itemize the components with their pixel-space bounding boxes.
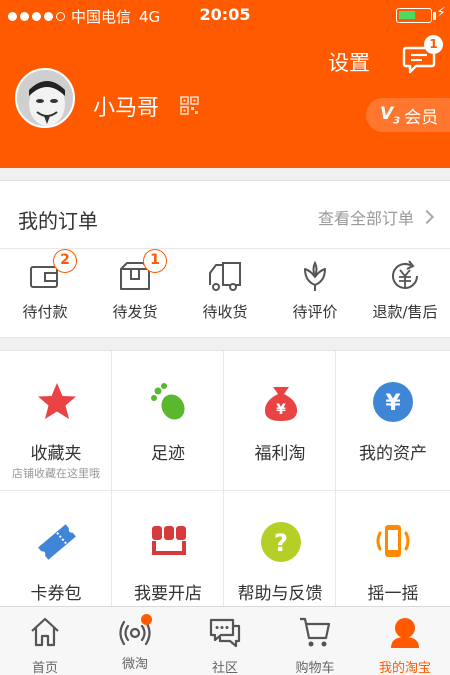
yuan-coin-icon: ¥ bbox=[373, 382, 413, 422]
bottom-tab-bar: 首页 微淘 社区 购物车 我的淘宝 bbox=[0, 606, 450, 675]
tab-community[interactable]: 社区 bbox=[180, 607, 270, 675]
footprint-icon bbox=[151, 383, 185, 420]
order-pending-receipt[interactable]: 待收货 bbox=[180, 259, 270, 322]
services-grid: 收藏夹 店铺收藏在这里哦 足迹 ¥ 福利淘 ¥ 我的资产 卡券包 我要开店 ? … bbox=[0, 350, 450, 631]
shake-phone-icon bbox=[376, 525, 410, 557]
tab-my-taobao[interactable]: 我的淘宝 bbox=[360, 607, 450, 675]
my-orders-section: 我的订单 查看全部订单 2 待付款 1 待发货 待收货 待评价 退款/售后 bbox=[0, 180, 450, 338]
svg-text:¥: ¥ bbox=[276, 402, 286, 418]
order-label: 待收货 bbox=[202, 303, 248, 321]
order-pending-payment[interactable]: 2 待付款 bbox=[0, 249, 90, 322]
service-label: 收藏夹 bbox=[30, 444, 82, 464]
lotus-icon bbox=[304, 260, 326, 291]
order-count-badge: 2 bbox=[53, 249, 77, 273]
service-label: 摇一摇 bbox=[367, 584, 419, 604]
orders-title: 我的订单 bbox=[18, 209, 98, 233]
svg-text:?: ? bbox=[274, 529, 288, 557]
order-label: 待付款 bbox=[22, 303, 68, 321]
service-label: 足迹 bbox=[151, 444, 185, 464]
vip-label: 会员 bbox=[404, 107, 439, 128]
tab-label: 我的淘宝 bbox=[378, 661, 431, 675]
chat-icon bbox=[209, 618, 241, 648]
shop-icon bbox=[152, 526, 186, 555]
service-label: 福利淘 bbox=[254, 444, 306, 464]
order-label: 退款/售后 bbox=[372, 303, 438, 321]
qr-code-icon[interactable] bbox=[180, 96, 199, 115]
settings-button[interactable]: 设置 bbox=[328, 47, 370, 77]
status-bar: 中国电信 4G 20:05 ⚡ bbox=[0, 0, 450, 30]
service-label: 我的资产 bbox=[359, 444, 427, 464]
battery-icon bbox=[396, 8, 432, 23]
service-sublabel: 店铺收藏在这里哦 bbox=[12, 467, 100, 480]
tab-label: 首页 bbox=[31, 661, 58, 675]
tab-weitao[interactable]: 微淘 bbox=[90, 607, 180, 675]
favorites-button[interactable]: 收藏夹 店铺收藏在这里哦 bbox=[0, 351, 112, 491]
tab-cart[interactable]: 购物车 bbox=[270, 607, 360, 675]
service-label: 卡券包 bbox=[30, 584, 82, 604]
truck-icon bbox=[209, 262, 241, 291]
username: 小马哥 bbox=[93, 96, 160, 121]
profile-header: 中国电信 4G 20:05 ⚡ 设置 1 小马哥 V3 会员 bbox=[0, 0, 450, 168]
welfare-button[interactable]: ¥ 福利淘 bbox=[224, 351, 336, 491]
order-label: 待评价 bbox=[292, 303, 338, 321]
order-pending-review[interactable]: 待评价 bbox=[270, 259, 360, 322]
avatar[interactable] bbox=[15, 68, 75, 128]
charging-icon: ⚡ bbox=[436, 5, 446, 21]
tab-label: 购物车 bbox=[295, 661, 335, 675]
order-refund-aftersales[interactable]: 退款/售后 bbox=[360, 259, 450, 322]
tab-label: 微淘 bbox=[121, 657, 148, 672]
chevron-right-icon bbox=[419, 209, 435, 225]
service-label: 我要开店 bbox=[134, 584, 202, 604]
clock: 20:05 bbox=[199, 5, 251, 24]
home-icon bbox=[31, 617, 59, 647]
my-assets-button[interactable]: ¥ 我的资产 bbox=[336, 351, 450, 491]
order-pending-shipment[interactable]: 1 待发货 bbox=[90, 249, 180, 322]
refund-icon bbox=[392, 260, 418, 289]
person-icon bbox=[391, 618, 419, 648]
notification-dot bbox=[141, 614, 152, 625]
tab-label: 社区 bbox=[211, 661, 238, 675]
svg-text:¥: ¥ bbox=[385, 391, 401, 416]
footprints-button[interactable]: 足迹 bbox=[112, 351, 224, 491]
view-all-orders-link[interactable]: 查看全部订单 bbox=[318, 205, 435, 229]
money-bag-icon: ¥ bbox=[264, 387, 298, 421]
help-icon: ? bbox=[261, 522, 301, 562]
message-count-badge: 1 bbox=[424, 35, 443, 54]
order-count-badge: 1 bbox=[143, 249, 167, 273]
star-icon bbox=[38, 383, 76, 419]
cart-icon bbox=[300, 617, 331, 647]
order-label: 待发货 bbox=[112, 303, 158, 321]
vip-level-icon: V3 bbox=[380, 103, 401, 127]
vip-membership-button[interactable]: V3 会员 bbox=[366, 98, 450, 132]
tab-home[interactable]: 首页 bbox=[0, 607, 90, 675]
service-label: 帮助与反馈 bbox=[237, 584, 323, 604]
ticket-icon bbox=[38, 524, 76, 560]
